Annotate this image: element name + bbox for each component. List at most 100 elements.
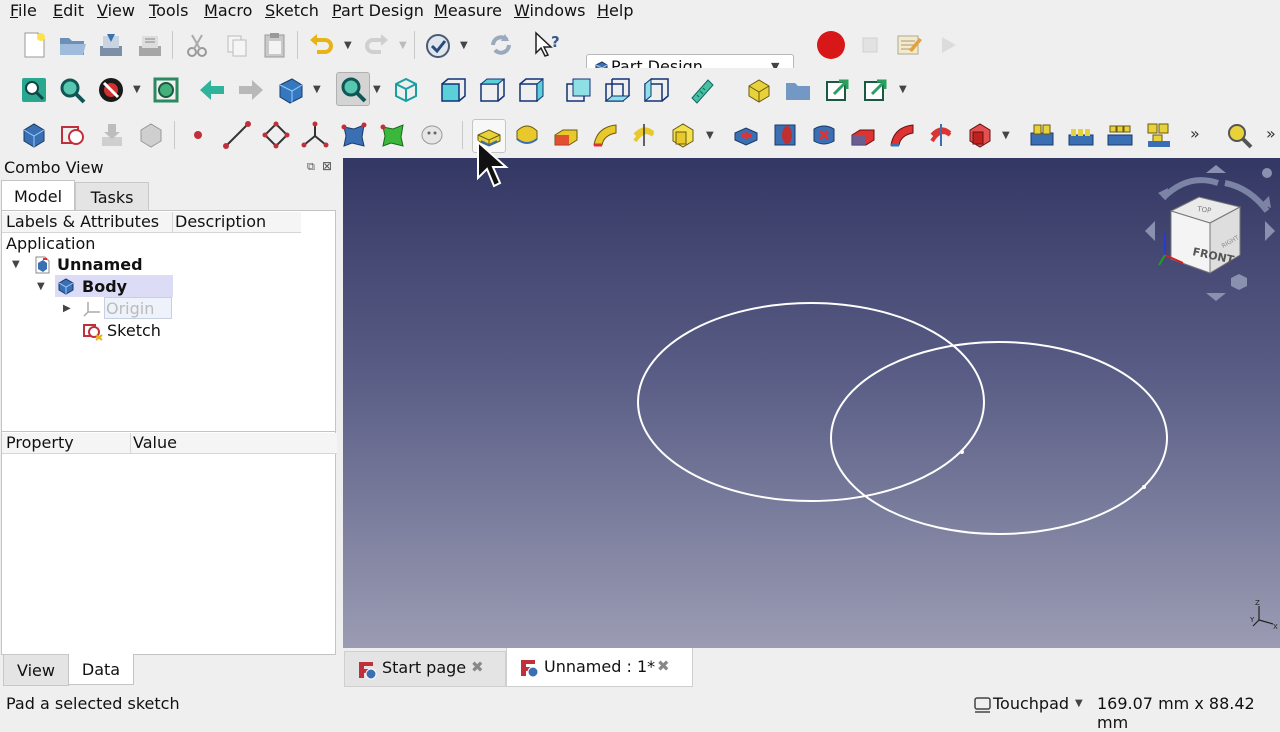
toolbar-overflow-icon[interactable]: » — [1190, 124, 1200, 143]
view-left-icon[interactable] — [640, 74, 672, 106]
menu-measure[interactable]: Measure — [434, 1, 502, 21]
subtractive-primitive-icon[interactable] — [964, 119, 996, 151]
forward-arrow-icon[interactable] — [235, 74, 267, 106]
bounding-box-icon[interactable] — [150, 74, 182, 106]
draw-style-dropdown-icon[interactable]: ▼ — [133, 84, 141, 95]
subtractive-loft-icon[interactable] — [847, 119, 879, 151]
float-panel-icon[interactable]: ⧉ — [307, 160, 315, 174]
fit-all-icon[interactable] — [18, 74, 50, 106]
link-actions-icon[interactable] — [860, 74, 892, 106]
undo-icon[interactable] — [305, 29, 337, 61]
property-header[interactable]: Property — [2, 433, 130, 454]
paste-icon[interactable] — [259, 29, 291, 61]
tab-unnamed[interactable]: Unnamed : 1* ✖ — [506, 648, 693, 687]
tree-document-unnamed[interactable]: Unnamed — [57, 255, 143, 275]
multitransform-icon[interactable] — [1143, 119, 1175, 151]
nav-style-dropdown-icon[interactable]: ▼ — [1075, 698, 1083, 709]
menu-tools[interactable]: Tools — [149, 1, 188, 21]
check-dropdown-icon[interactable]: ▼ — [460, 40, 468, 51]
datum-point-icon[interactable] — [182, 119, 214, 151]
close-panel-icon[interactable]: ⊠ — [322, 159, 332, 173]
tab-tasks[interactable]: Tasks — [75, 182, 149, 212]
open-icon[interactable] — [56, 29, 88, 61]
view-rear-icon[interactable] — [562, 74, 594, 106]
record-macro-icon[interactable] — [815, 29, 847, 61]
hole-icon[interactable] — [769, 119, 801, 151]
fit-selection-icon[interactable] — [56, 74, 88, 106]
clone-icon[interactable] — [135, 119, 167, 151]
undo-dropdown-icon[interactable]: ▼ — [344, 40, 352, 51]
measure-tool-icon[interactable] — [1223, 119, 1255, 151]
datum-plane-icon[interactable] — [260, 119, 292, 151]
tab-model[interactable]: Model — [1, 180, 75, 211]
tree-header-labels[interactable]: Labels & Attributes — [2, 212, 172, 233]
menu-view[interactable]: View — [97, 1, 135, 21]
clone-sheep-icon[interactable] — [416, 119, 448, 151]
additive-helix-icon[interactable] — [628, 119, 660, 151]
link-icon[interactable] — [822, 74, 854, 106]
close-tab-icon[interactable]: ✖ — [471, 658, 484, 676]
tab-start-page[interactable]: Start page ✖ — [344, 651, 506, 687]
create-sketch-icon[interactable] — [57, 119, 89, 151]
tree-body[interactable]: Body — [82, 277, 127, 297]
mirrored-icon[interactable] — [1026, 119, 1058, 151]
draw-style-icon[interactable] — [95, 74, 127, 106]
groove-icon[interactable] — [808, 119, 840, 151]
pocket-icon[interactable] — [730, 119, 762, 151]
menu-sketch[interactable]: Sketch — [265, 1, 319, 21]
refresh-check-icon[interactable] — [422, 29, 454, 61]
create-body-icon[interactable] — [18, 119, 50, 151]
tab-data[interactable]: Data — [68, 654, 134, 685]
menu-part-design[interactable]: Part Design — [332, 1, 424, 21]
value-header[interactable]: Value — [130, 433, 337, 454]
subtractive-pipe-icon[interactable] — [886, 119, 918, 151]
cut-icon[interactable] — [181, 29, 213, 61]
tree-header-description[interactable]: Description — [172, 212, 301, 233]
save-icon[interactable] — [95, 29, 127, 61]
navigation-cube[interactable]: FRONT TOP RIGHT — [1143, 163, 1280, 303]
menu-windows[interactable]: Windows — [514, 1, 585, 21]
copy-icon[interactable] — [221, 29, 253, 61]
close-tab-icon[interactable]: ✖ — [657, 657, 670, 675]
back-arrow-icon[interactable] — [196, 74, 228, 106]
additive-pipe-icon[interactable] — [589, 119, 621, 151]
linear-pattern-icon[interactable] — [1065, 119, 1097, 151]
save-as-icon[interactable] — [134, 29, 166, 61]
recompute-icon[interactable] — [485, 29, 517, 61]
3d-viewport[interactable]: FRONT TOP RIGHT Z X Y — [343, 158, 1280, 648]
std-views-isometric-icon[interactable] — [274, 74, 306, 106]
view-isometric-icon[interactable] — [390, 74, 422, 106]
local-cs-icon[interactable] — [299, 119, 331, 151]
zoom-icon[interactable] — [336, 72, 370, 106]
view-top-icon[interactable] — [476, 74, 508, 106]
toolbar-overflow-2-icon[interactable]: » — [1266, 124, 1276, 143]
subtractive-primitive-dropdown-icon[interactable]: ▼ — [1002, 130, 1010, 141]
std-views-dropdown-icon[interactable]: ▼ — [313, 84, 321, 95]
view-right-icon[interactable] — [515, 74, 547, 106]
stop-macro-icon[interactable] — [854, 29, 886, 61]
redo-icon[interactable] — [361, 29, 393, 61]
sketch-point[interactable] — [960, 450, 964, 454]
view-front-icon[interactable] — [437, 74, 469, 106]
group-icon[interactable] — [782, 74, 814, 106]
menu-edit[interactable]: Edit — [53, 1, 84, 21]
menu-file[interactable]: File — [10, 1, 37, 21]
menu-help[interactable]: Help — [597, 1, 633, 21]
part-icon[interactable] — [743, 74, 775, 106]
navigation-style[interactable]: Touchpad — [993, 694, 1069, 713]
link-dropdown-icon[interactable]: ▼ — [899, 84, 907, 95]
additive-loft-icon[interactable] — [550, 119, 582, 151]
tree-origin[interactable]: Origin — [106, 299, 154, 319]
sketch-point[interactable] — [1142, 485, 1146, 489]
subshape-binder-icon[interactable] — [377, 119, 409, 151]
tree-sketch[interactable]: Sketch — [107, 321, 161, 341]
view-bottom-icon[interactable] — [601, 74, 633, 106]
new-document-icon[interactable] — [18, 29, 50, 61]
macro-edit-icon[interactable] — [893, 29, 925, 61]
whats-this-icon[interactable]: ? — [531, 29, 563, 61]
menu-macro[interactable]: Macro — [204, 1, 252, 21]
redo-dropdown-icon[interactable]: ▼ — [399, 40, 407, 51]
additive-primitive-icon[interactable] — [667, 119, 699, 151]
shape-binder-icon[interactable] — [338, 119, 370, 151]
subtractive-helix-icon[interactable] — [925, 119, 957, 151]
